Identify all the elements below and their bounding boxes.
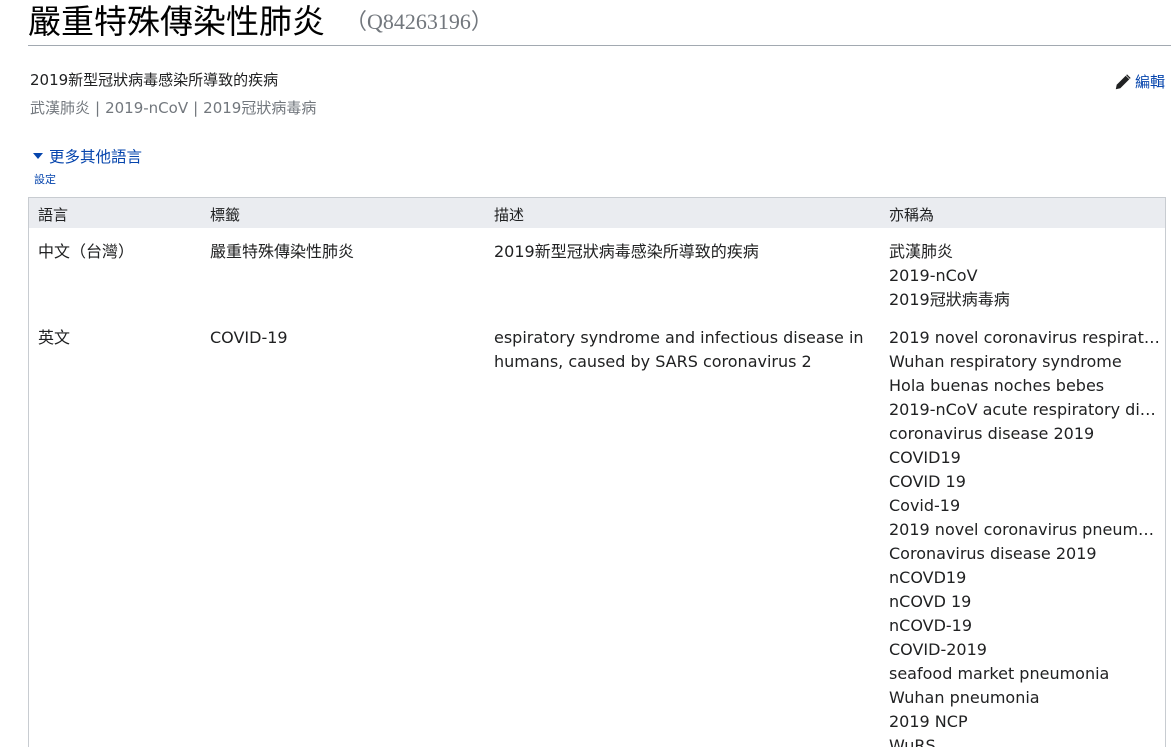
alias-item: COVID 19 <box>889 472 966 491</box>
table-row: 英文 COVID-19 espiratory syndrome and infe… <box>29 324 1165 747</box>
alias-item: Wuhan respiratory syndrome <box>889 352 1122 371</box>
row-language: 英文 <box>38 328 71 347</box>
alias-item: Coronavirus disease 2019 <box>889 544 1097 563</box>
edit-button[interactable]: 編輯 <box>1114 71 1165 92</box>
page-header: 嚴重特殊傳染性肺炎 （Q84263196） <box>28 0 1171 46</box>
alias-item: COVID-2019 <box>889 640 987 659</box>
table-row: 中文（台灣） 嚴重特殊傳染性肺炎 2019新型冠狀病毒感染所導致的疾病 武漢肺炎… <box>29 228 1165 324</box>
alias-item: nCOVD19 <box>889 568 967 587</box>
alias-item: 2019 novel coronavirus pneumonia <box>889 520 1161 539</box>
header-language: 語言 <box>38 206 69 224</box>
alias-item: 2019-nCoV <box>889 266 978 285</box>
row-label: 嚴重特殊傳染性肺炎 <box>210 242 355 261</box>
alias-item: 2019 NCP <box>889 712 968 731</box>
alias: 2019冠狀病毒病 <box>203 99 317 117</box>
row-language: 中文（台灣） <box>38 242 135 261</box>
row-aliases: 武漢肺炎 2019-nCoV 2019冠狀病毒病 <box>889 240 1161 312</box>
alias-item: Covid-19 <box>889 496 961 515</box>
header-description: 描述 <box>494 206 525 224</box>
alias-item: 2019-nCoV acute respiratory disease <box>889 400 1161 419</box>
alias: 武漢肺炎 <box>30 99 91 117</box>
alias-item: Hola buenas noches bebes <box>889 376 1105 395</box>
settings-link[interactable]: 設定 <box>34 171 56 187</box>
more-languages-toggle[interactable]: 更多其他語言 <box>33 145 142 167</box>
languages-table: 語言 標籤 描述 亦稱為 中文（台灣） 嚴重特殊傳染性肺炎 2019新型冠狀病毒… <box>28 197 1166 747</box>
row-description: espiratory syndrome and infectious disea… <box>494 328 864 371</box>
alias: 2019-nCoV <box>105 99 189 117</box>
item-description: 2019新型冠狀病毒感染所導致的疾病 <box>30 71 279 89</box>
page-title-text: 嚴重特殊傳染性肺炎 <box>28 2 325 41</box>
more-languages-label: 更多其他語言 <box>49 148 143 166</box>
alias-item: COVID19 <box>889 448 961 467</box>
alias-item: nCOVD-19 <box>889 616 973 635</box>
page-title: 嚴重特殊傳染性肺炎 （Q84263196） <box>28 2 493 42</box>
header-aliases: 亦稱為 <box>889 206 935 224</box>
alias-separator: | <box>193 99 199 117</box>
pencil-icon <box>1115 73 1131 89</box>
table-header: 語言 標籤 描述 亦稱為 <box>29 198 1165 228</box>
alias-item: 2019 novel coronavirus respiratory syndr… <box>889 328 1161 347</box>
alias-item: coronavirus disease 2019 <box>889 424 1095 443</box>
alias-item: WuRS <box>889 736 936 747</box>
alias-item: Wuhan pneumonia <box>889 688 1040 707</box>
edit-label: 編輯 <box>1134 73 1165 91</box>
item-aliases: 武漢肺炎 | 2019-nCoV | 2019冠狀病毒病 <box>30 98 316 118</box>
alias-item: 2019冠狀病毒病 <box>889 290 1010 309</box>
alias-item: seafood market pneumonia <box>889 664 1110 683</box>
row-label: COVID-19 <box>210 328 288 347</box>
triangle-down-icon <box>33 153 43 159</box>
alias-separator: | <box>95 99 101 117</box>
alias-item: 武漢肺炎 <box>889 242 954 261</box>
item-id: （Q84263196） <box>345 9 493 34</box>
row-aliases: 2019 novel coronavirus respiratory syndr… <box>889 326 1161 747</box>
alias-item: nCOVD 19 <box>889 592 972 611</box>
header-label: 標籤 <box>210 206 241 224</box>
row-description: 2019新型冠狀病毒感染所導致的疾病 <box>494 242 759 261</box>
